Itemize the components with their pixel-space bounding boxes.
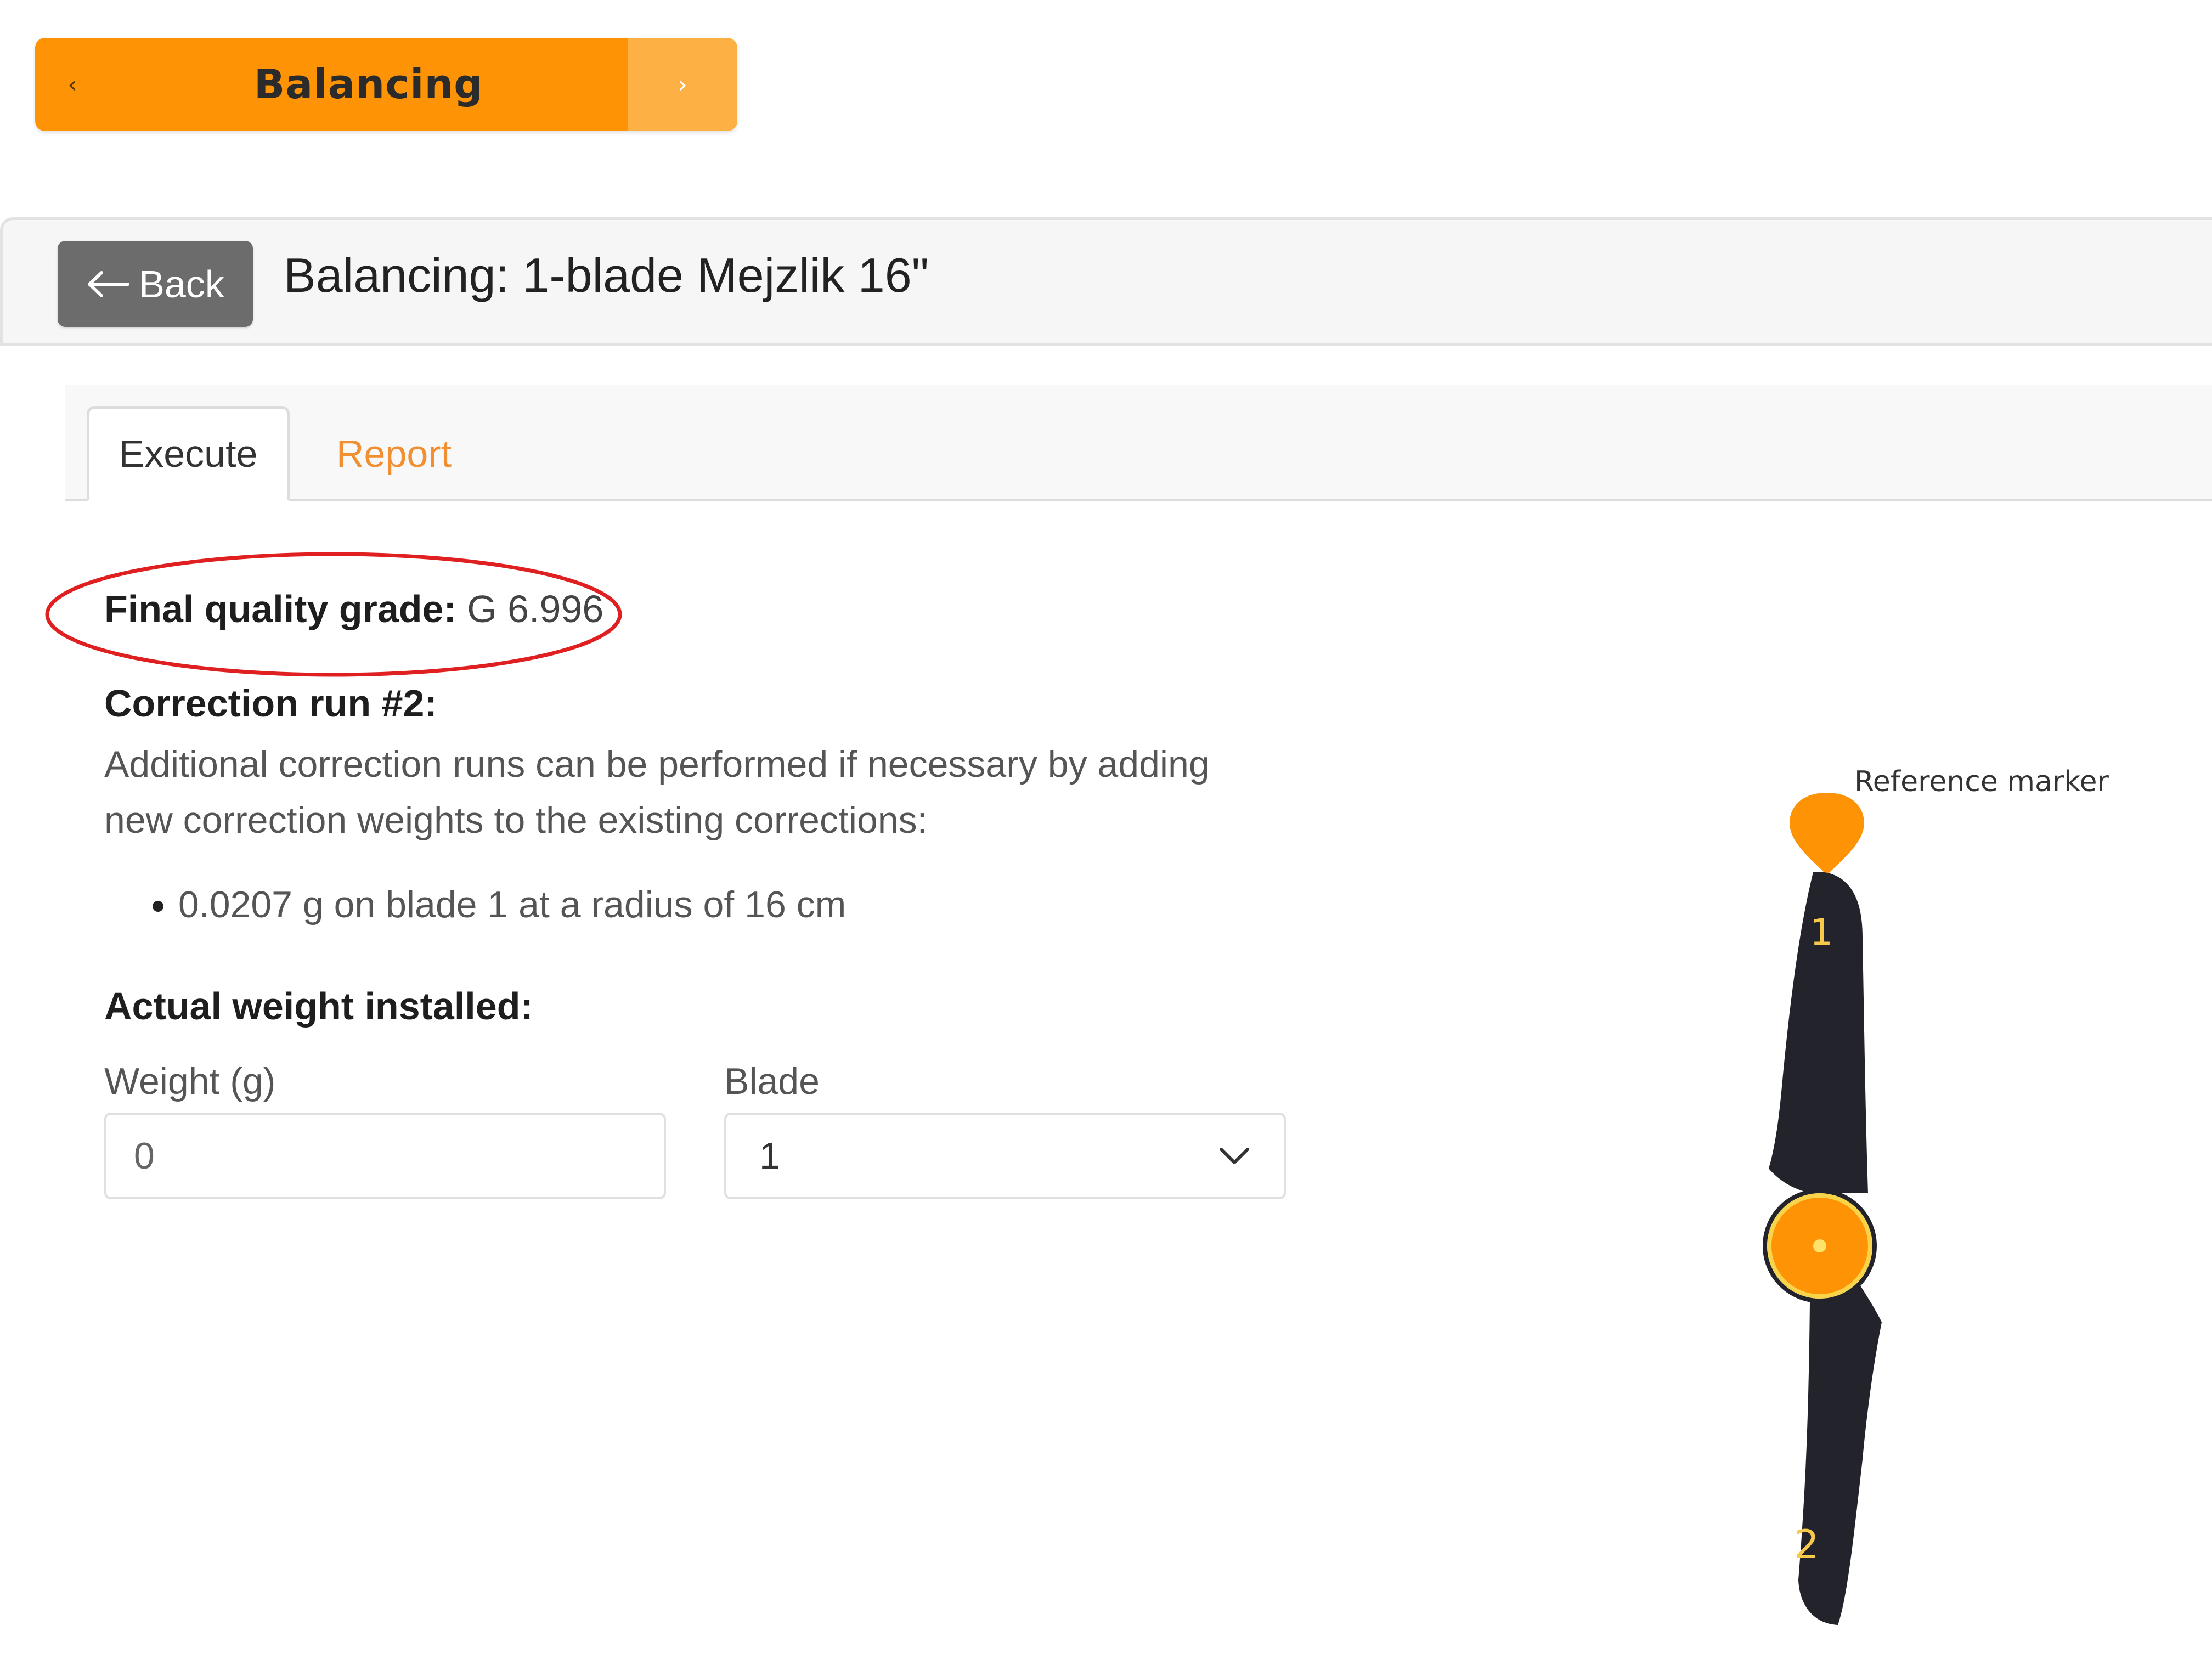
weight-label: Weight (g) [104, 1060, 276, 1102]
page-title: Balancing: 1-blade Mejzlik 16" [284, 248, 929, 302]
nav-title: Balancing [110, 38, 628, 131]
correction-description: Additional correction runs can be perfor… [104, 743, 1210, 841]
grade-value: G 6.996 [467, 588, 604, 630]
blade-label: Blade [724, 1060, 820, 1102]
blade-2-label: 2 [1794, 1521, 1819, 1567]
weight-input[interactable] [104, 1113, 666, 1199]
actual-weight-title: Actual weight installed: [104, 985, 533, 1028]
back-button-label: Back [139, 262, 224, 306]
grade-label: Final quality grade: [104, 588, 456, 630]
chevron-right-icon: › [678, 70, 687, 99]
reference-marker-icon [1790, 793, 1864, 875]
blade-1-label: 1 [1810, 911, 1833, 953]
blade-2 [1798, 1245, 1882, 1625]
reference-marker-label: Reference marker [1854, 765, 2109, 798]
chevron-down-icon [1220, 1148, 1249, 1164]
tab-report[interactable]: Report [306, 406, 482, 501]
hub-center [1813, 1239, 1826, 1252]
back-button[interactable]: Back [58, 241, 253, 327]
tab-bar: Execute Report [65, 385, 2212, 501]
arrow-left-icon [88, 270, 130, 297]
propeller-diagram: Reference marker 1 2 [1763, 765, 2109, 1625]
tab-execute[interactable]: Execute [87, 406, 290, 501]
nav-next-button[interactable]: › [628, 38, 737, 131]
final-quality-grade: Final quality grade: G 6.996 [104, 587, 603, 631]
nav-prev-button[interactable]: ‹ [35, 38, 110, 131]
page-header: Back Balancing: 1-blade Mejzlik 16" [0, 217, 2212, 346]
correction-run-title: Correction run #2: [104, 682, 437, 725]
chevron-left-icon: ‹ [67, 70, 77, 99]
blade-select[interactable]: 1 [724, 1113, 1286, 1199]
correction-item: 0.0207 g on blade 1 at a radius of 16 cm [178, 883, 846, 926]
correction-list: 0.0207 g on blade 1 at a radius of 16 cm [137, 883, 846, 926]
top-nav: ‹ Balancing › [35, 38, 737, 131]
blade-select-value: 1 [759, 1135, 780, 1177]
